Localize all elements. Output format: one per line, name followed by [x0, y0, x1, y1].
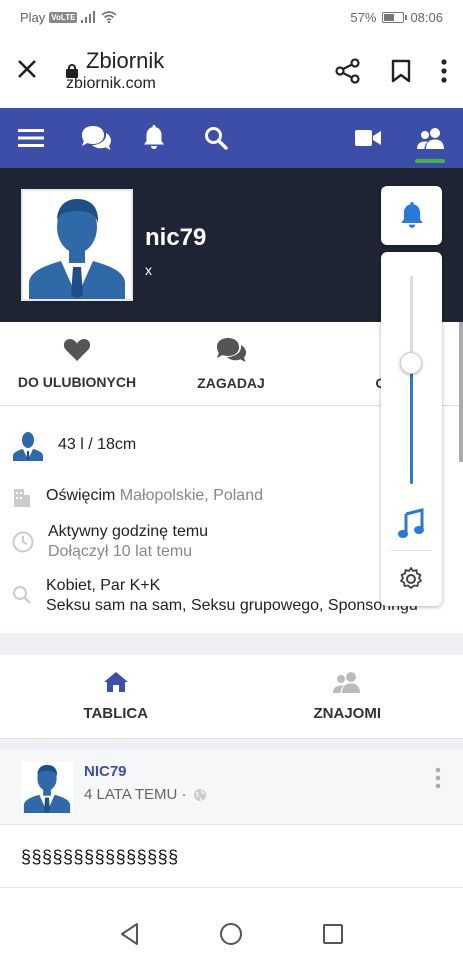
- wifi-icon: [101, 11, 117, 23]
- info-location-row: Oświęcim Małopolskie, Poland: [12, 487, 263, 507]
- page-title: Zbiornik: [86, 48, 165, 73]
- notifications-button[interactable]: [142, 125, 204, 151]
- section-gap: [0, 633, 463, 655]
- stats-text: 43 l / 18cm: [58, 436, 137, 453]
- post-header: NIC79 4 LATA TEMU ·: [0, 749, 463, 825]
- tab-friends-label: ZNAJOMI: [313, 705, 382, 722]
- friends-icon: [333, 672, 361, 693]
- interests: Seksu sam na sam, Seksu grupowego, Spons…: [46, 597, 418, 614]
- more-vert-icon[interactable]: [435, 767, 441, 789]
- volume-bell-button[interactable]: [381, 186, 442, 245]
- globe-icon: [193, 788, 206, 801]
- volume-panel: [381, 252, 442, 606]
- chat-icon: [217, 337, 246, 362]
- heart-icon: [63, 338, 91, 361]
- back-icon[interactable]: [119, 922, 141, 946]
- scrollbar[interactable]: [459, 322, 463, 462]
- profile-tabs: TABLICA ZNAJOMI: [0, 655, 463, 739]
- post-time: 4 LATA TEMU ·: [84, 786, 187, 803]
- more-vert-icon[interactable]: [441, 59, 447, 83]
- last-active: Aktywny godzinę temu: [48, 523, 209, 540]
- volume-slider-thumb[interactable]: [400, 352, 422, 375]
- gear-icon[interactable]: [398, 566, 424, 592]
- joined-date: Dołączył 10 lat temu: [48, 543, 193, 560]
- browser-toolbar: Zbiornik zbiornik.com: [0, 34, 463, 108]
- post-body: §§§§§§§§§§§§§§§: [21, 847, 179, 867]
- tab-friends[interactable]: ZNAJOMI: [232, 655, 463, 738]
- menu-button[interactable]: [18, 128, 80, 148]
- tab-wall-label: TABLICA: [83, 705, 149, 722]
- person-icon: [13, 432, 43, 461]
- music-note-icon[interactable]: [397, 508, 425, 538]
- search-icon: [205, 127, 228, 150]
- menu-icon: [18, 129, 44, 147]
- post-time-row: 4 LATA TEMU ·: [84, 786, 207, 803]
- profile-username: nic79: [145, 224, 207, 251]
- volte-badge: VoLTE: [49, 11, 78, 23]
- post-author[interactable]: NIC79: [84, 763, 127, 780]
- battery-fill: [384, 13, 395, 21]
- talk-label: ZAGADAJ: [197, 374, 265, 391]
- share-icon[interactable]: [335, 58, 361, 84]
- post-avatar[interactable]: [21, 761, 73, 813]
- info-activity-row: Aktywny godzinę temu Dołączył 10 lat tem…: [12, 523, 208, 561]
- info-stats-row: 43 l / 18cm: [12, 429, 136, 461]
- status-bar: Play VoLTE 57% 08:06: [0, 0, 463, 34]
- messages-button[interactable]: [80, 125, 142, 151]
- system-nav-bar: [0, 908, 463, 960]
- chat-icon: [82, 126, 111, 150]
- building-icon: [14, 489, 30, 507]
- post-divider: [0, 887, 463, 888]
- avatar[interactable]: [21, 189, 133, 301]
- volume-fill: [410, 363, 413, 484]
- city: Oświęcim: [46, 487, 116, 504]
- home-icon[interactable]: [219, 922, 243, 946]
- tab-wall[interactable]: TABLICA: [0, 655, 232, 738]
- site-navbar: [0, 108, 463, 168]
- profile-subtitle: x: [145, 262, 152, 278]
- home-icon: [103, 672, 128, 692]
- friends-icon: [417, 128, 444, 149]
- carrier-label: Play: [20, 9, 46, 25]
- wall-post: NIC79 4 LATA TEMU · §§§§§§§§§§§§§§§: [0, 749, 463, 909]
- lock-icon: [66, 64, 78, 78]
- clock-icon: [12, 531, 34, 553]
- battery-percent: 57%: [350, 9, 377, 25]
- video-icon: [355, 130, 381, 146]
- page-url[interactable]: zbiornik.com: [66, 74, 164, 94]
- default-avatar-icon: [23, 191, 131, 299]
- signal-icon: [81, 11, 96, 23]
- search-icon: [13, 586, 31, 604]
- close-icon[interactable]: [16, 56, 46, 86]
- bell-icon: [400, 201, 423, 228]
- search-button[interactable]: [204, 126, 266, 150]
- bookmark-icon[interactable]: [391, 59, 411, 83]
- region: Małopolskie, Poland: [119, 487, 263, 504]
- video-button[interactable]: [355, 129, 417, 147]
- info-search-row: Kobiet, Par K+K Seksu sam na sam, Seksu …: [12, 577, 418, 615]
- add-to-favorites-button[interactable]: DO ULUBIONYCH: [0, 322, 154, 405]
- battery-icon: [382, 11, 408, 23]
- clock: 08:06: [410, 9, 443, 25]
- section-gap: [0, 739, 463, 749]
- friends-button[interactable]: [415, 127, 445, 163]
- looking-for: Kobiet, Par K+K: [46, 577, 161, 594]
- volume-divider: [391, 550, 432, 551]
- talk-button[interactable]: ZAGADAJ: [154, 322, 308, 405]
- bell-icon: [144, 125, 164, 149]
- recents-icon[interactable]: [322, 923, 344, 945]
- default-avatar-icon: [21, 761, 73, 813]
- add-to-favorites-label: DO ULUBIONYCH: [17, 373, 137, 390]
